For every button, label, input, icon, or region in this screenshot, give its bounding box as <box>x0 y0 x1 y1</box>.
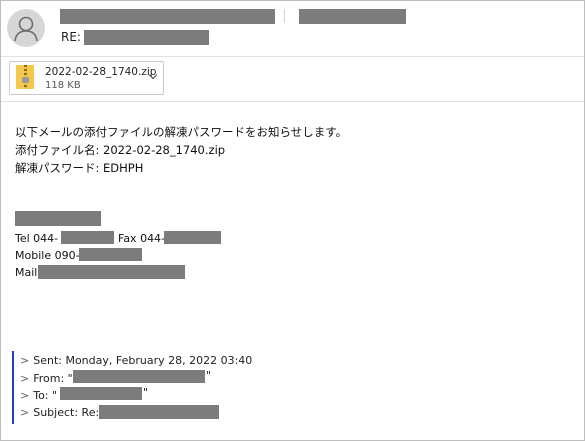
signature-mobile-line: Mobile 090- <box>15 249 80 262</box>
signature-mail-line: Mail <box>15 266 37 279</box>
quote-marker: > <box>20 372 30 385</box>
subject-prefix: RE: <box>61 30 81 44</box>
sender-address-redacted <box>299 9 406 24</box>
quoted-to-close: " <box>143 386 149 399</box>
quoted-from-label: From: " <box>33 372 73 385</box>
message-line-filename: 添付ファイル名: 2022-02-28_1740.zip <box>15 143 226 157</box>
header-divider <box>1 56 584 57</box>
zip-file-icon <box>16 65 34 89</box>
signature-fax-line: Fax 044- <box>118 232 165 245</box>
quoted-to-line: > To: " <box>20 389 57 402</box>
mobile-number-redacted <box>79 248 142 261</box>
fax-label: Fax 044- <box>118 232 166 245</box>
mail-label: Mail <box>15 266 38 279</box>
quoted-from-redacted <box>73 370 205 383</box>
tel-label: Tel 044- <box>15 232 59 245</box>
quote-marker: > <box>20 354 30 367</box>
fax-number-redacted <box>164 231 221 244</box>
message-line-password: 解凍パスワード: EDHPH <box>15 161 144 175</box>
signature-tel-line: Tel 044- <box>15 232 58 245</box>
attachment-file-name: 2022-02-28_1740.zip <box>45 66 157 78</box>
quote-bar <box>12 351 14 424</box>
tel-number-redacted <box>61 231 114 244</box>
quoted-subject-label: Subject: Re: <box>33 406 100 419</box>
sender-name-redacted <box>60 9 275 24</box>
quoted-subject-redacted <box>99 405 219 419</box>
signature-name-redacted <box>15 211 101 226</box>
quote-marker: > <box>20 389 30 402</box>
quoted-to-label: To: " <box>33 389 58 402</box>
quoted-sent: Sent: Monday, February 28, 2022 03:40 <box>33 354 253 367</box>
sender-avatar[interactable] <box>7 9 45 47</box>
message-line-notice: 以下メールの添付ファイルの解凍パスワードをお知らせします。 <box>15 125 348 139</box>
attachment-divider <box>1 101 584 102</box>
mail-address-redacted <box>38 265 185 279</box>
mobile-label: Mobile 090- <box>15 249 80 262</box>
quote-marker: > <box>20 406 30 419</box>
subject-redacted <box>84 30 209 45</box>
quoted-from-close: " <box>206 369 212 382</box>
header-separator <box>284 9 285 23</box>
quoted-subject-line: > Subject: Re: <box>20 406 99 419</box>
attachment-chip[interactable]: 2022-02-28_1740.zip 118 KB <box>9 61 164 95</box>
email-reading-pane: RE: 2022-02-28_1740.zip 118 KB 以下メールの添付フ… <box>0 0 585 441</box>
quoted-from-line: > From: " <box>20 372 73 385</box>
person-icon <box>14 16 38 42</box>
quoted-sent-line: > Sent: Monday, February 28, 2022 03:40 <box>20 354 252 367</box>
quoted-to-redacted <box>60 387 142 400</box>
attachment-file-size: 118 KB <box>45 80 81 91</box>
